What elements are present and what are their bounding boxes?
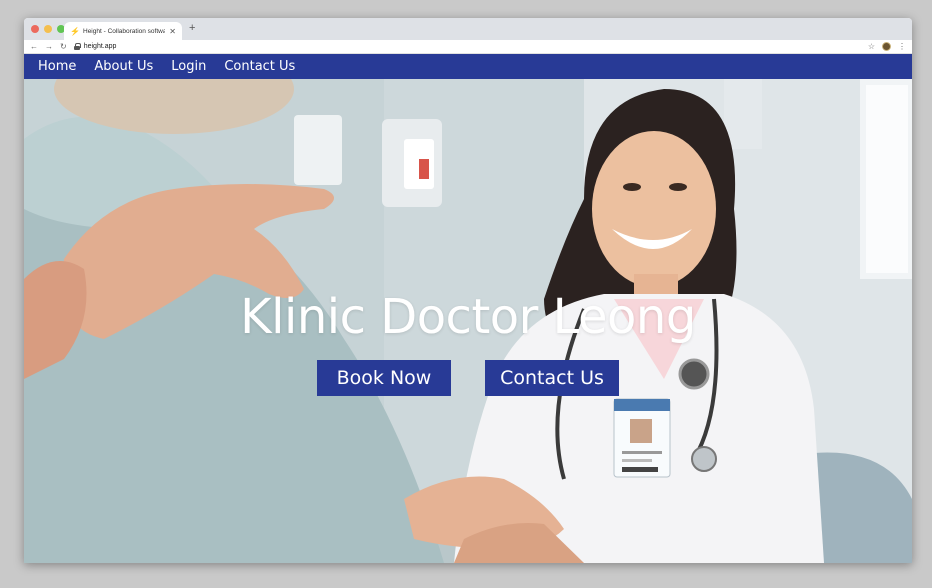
site-navbar: Home About Us Login Contact Us [24,54,912,79]
book-now-button[interactable]: Book Now [317,360,451,396]
hero-title: Klinic Doctor Leong [240,289,696,345]
hero-section: Klinic Doctor Leong Book Now Contact Us [24,79,912,563]
contact-us-button[interactable]: Contact Us [485,360,619,396]
forward-icon[interactable]: → [45,42,53,51]
lock-icon [73,43,81,50]
bookmark-star-icon[interactable]: ☆ [868,42,875,51]
address-bar[interactable]: height.app [73,43,861,50]
close-tab-icon[interactable]: ✕ [169,27,176,36]
browser-toolbar: ← → ↻ height.app ☆ ⋮ [24,40,912,54]
close-window-button[interactable] [31,25,39,33]
minimize-window-button[interactable] [44,25,52,33]
browser-window: ⚡ Height - Collaboration software f ✕ + … [24,18,912,563]
nav-contact-link[interactable]: Contact Us [224,59,295,74]
tab-strip: ⚡ Height - Collaboration software f ✕ + [24,18,912,40]
nav-about-link[interactable]: About Us [94,59,153,74]
window-controls [31,25,65,33]
nav-login-link[interactable]: Login [171,59,206,74]
tab-title: Height - Collaboration software f [83,27,166,35]
web-page: Home About Us Login Contact Us Klinic Do… [24,54,912,563]
url-text: height.app [83,43,117,50]
new-tab-icon[interactable]: + [189,22,195,34]
browser-tab[interactable]: ⚡ Height - Collaboration software f ✕ [64,22,182,40]
back-icon[interactable]: ← [30,42,38,51]
profile-avatar[interactable] [882,42,891,51]
height-favicon-icon: ⚡ [70,26,80,36]
reload-icon[interactable]: ↻ [60,42,67,51]
nav-home-link[interactable]: Home [38,59,76,74]
browser-menu-icon[interactable]: ⋮ [898,42,906,51]
